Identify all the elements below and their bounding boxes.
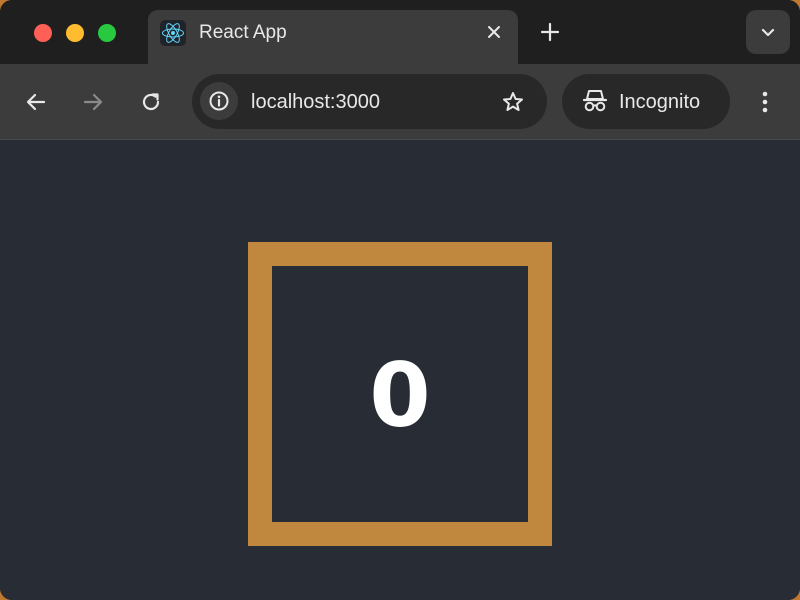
incognito-label: Incognito bbox=[619, 91, 701, 113]
tab-close-icon[interactable] bbox=[482, 20, 506, 44]
react-icon bbox=[160, 20, 186, 46]
more-menu-icon[interactable] bbox=[752, 86, 778, 118]
back-arrow-icon[interactable] bbox=[22, 88, 50, 116]
incognito-icon bbox=[582, 88, 608, 114]
window-minimize-button[interactable] bbox=[66, 24, 84, 42]
forward-arrow-icon[interactable] bbox=[79, 88, 107, 116]
tab-strip: React App bbox=[0, 0, 800, 64]
reload-icon[interactable] bbox=[137, 88, 165, 116]
browser-toolbar: localhost:3000 Incognito bbox=[0, 64, 800, 140]
tab-react-app[interactable]: React App bbox=[148, 10, 518, 64]
counter-value: 0 bbox=[369, 344, 431, 447]
incognito-profile-button[interactable]: Incognito bbox=[562, 74, 730, 129]
tab-search-chevron-icon[interactable] bbox=[746, 10, 790, 54]
window-close-button[interactable] bbox=[34, 24, 52, 42]
new-tab-plus-icon[interactable] bbox=[536, 18, 564, 46]
browser-window: React App localhost:3000 Incognito 0 bbox=[0, 0, 800, 600]
counter-box[interactable]: 0 bbox=[248, 242, 552, 546]
page-content: 0 bbox=[0, 140, 800, 600]
window-maximize-button[interactable] bbox=[98, 24, 116, 42]
address-bar[interactable]: localhost:3000 bbox=[192, 74, 547, 129]
url-text[interactable]: localhost:3000 bbox=[251, 90, 380, 114]
site-info-icon[interactable] bbox=[200, 82, 238, 120]
bookmark-star-icon[interactable] bbox=[499, 88, 527, 116]
tab-title: React App bbox=[199, 22, 287, 43]
